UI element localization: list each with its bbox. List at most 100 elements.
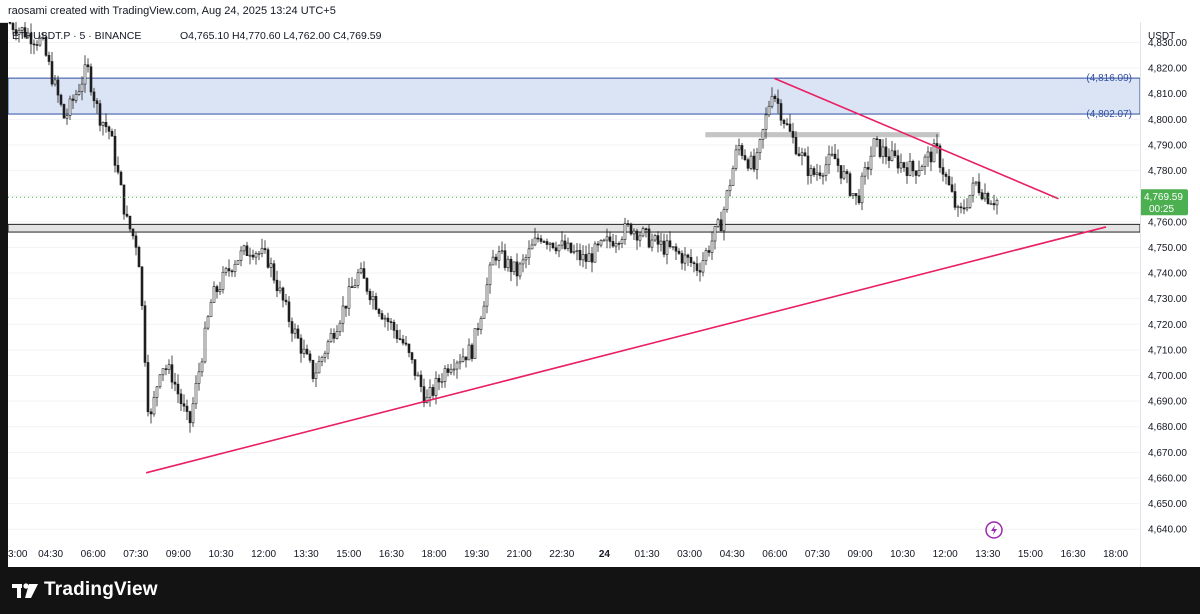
- candle: [194, 383, 198, 405]
- candle: [629, 223, 633, 235]
- candle: [671, 246, 675, 248]
- candle: [179, 393, 183, 405]
- candle: [923, 156, 927, 167]
- symbol-label[interactable]: ETHUSDT.P · 5 · BINANCE: [12, 30, 141, 42]
- candle: [446, 368, 450, 373]
- candle: [173, 381, 177, 385]
- candle: [725, 190, 729, 210]
- price-axis[interactable]: USDT 4,830.00 4,820.00 4,810.00 4,800.00 4,7…: [1138, 22, 1200, 567]
- candle: [203, 327, 207, 363]
- candle: [158, 374, 162, 388]
- candle: [842, 171, 846, 179]
- candle: [596, 243, 600, 246]
- chart-panel[interactable]: (4,816.09) (4,802.07) ETHUSDT.P · 5 · BI…: [7, 16, 1141, 567]
- price-tick-label: 4,730.00: [1148, 294, 1187, 305]
- tradingview-logo[interactable]: TradingView: [12, 579, 158, 601]
- candle: [206, 316, 210, 329]
- candle: [212, 286, 216, 303]
- candle: [320, 356, 324, 362]
- candle: [383, 317, 387, 320]
- candle: [761, 129, 765, 140]
- candle: [50, 61, 54, 85]
- candle: [197, 371, 201, 384]
- candle: [905, 167, 909, 176]
- candle: [689, 257, 693, 264]
- candle: [377, 309, 381, 314]
- candle: [773, 95, 777, 100]
- candle: [389, 321, 393, 323]
- price-axis-svg[interactable]: USDT 4,830.004,820.004,810.004,800.004,7…: [1138, 22, 1200, 567]
- candle: [257, 253, 261, 255]
- candle: [878, 139, 882, 157]
- price-chart[interactable]: (4,816.09) (4,802.07) ETHUSDT.P · 5 · BI…: [7, 16, 1141, 567]
- candle: [473, 328, 477, 359]
- price-tick-label: 4,710.00: [1148, 345, 1187, 356]
- candle: [620, 239, 624, 245]
- candle: [290, 321, 294, 334]
- candle: [686, 254, 690, 258]
- candle: [698, 270, 702, 273]
- candle: [131, 228, 135, 237]
- resistance-zone[interactable]: [7, 77, 1141, 115]
- candle: [59, 94, 63, 105]
- candle: [221, 271, 225, 290]
- candle: [956, 206, 960, 209]
- time-tick-label: 19:30: [464, 549, 489, 560]
- candle: [137, 247, 141, 268]
- candle: [200, 361, 204, 373]
- candle: [608, 236, 612, 242]
- time-tick-label: 09:00: [166, 549, 191, 560]
- candle: [692, 262, 696, 265]
- candle: [113, 135, 117, 166]
- candle: [152, 397, 156, 415]
- candle: [74, 94, 78, 101]
- candle: [329, 333, 333, 343]
- time-axis[interactable]: 3:00 04:30 06:00 07:30 09:00 10:30 12:00 13:30 1…: [8, 549, 1129, 560]
- support-band[interactable]: [7, 223, 1141, 233]
- candle: [770, 95, 774, 107]
- lightning-icon[interactable]: [985, 521, 1003, 539]
- candle: [560, 240, 564, 246]
- candle: [704, 250, 708, 261]
- candle: [167, 364, 171, 370]
- time-tick-label: 07:30: [805, 549, 830, 560]
- candle: [749, 155, 753, 169]
- candle: [155, 386, 159, 398]
- candle: [755, 152, 759, 170]
- time-tick-label: 12:00: [933, 549, 958, 560]
- candle: [734, 149, 738, 169]
- candle: [251, 254, 255, 258]
- candle: [275, 279, 279, 292]
- candle: [293, 328, 297, 334]
- time-tick-label: 12:00: [251, 549, 276, 560]
- candle: [869, 155, 873, 170]
- candle: [779, 103, 783, 121]
- candle: [437, 377, 441, 383]
- candle: [413, 359, 417, 376]
- candle: [776, 98, 780, 104]
- time-tick-label: 21:00: [507, 549, 532, 560]
- candle: [125, 213, 129, 217]
- candle: [398, 338, 402, 340]
- candle: [101, 122, 105, 126]
- candle: [119, 171, 123, 186]
- candle: [344, 305, 348, 309]
- candle: [539, 238, 543, 242]
- time-tick-label: 13:30: [294, 549, 319, 560]
- candle: [485, 284, 489, 307]
- zone-bottom-label: (4,802.07): [1086, 109, 1132, 120]
- time-tick-label: 03:00: [677, 549, 702, 560]
- candle: [395, 330, 399, 339]
- candle: [278, 287, 282, 292]
- tradingview-brand: TradingView: [44, 579, 158, 600]
- time-tick-label: 07:30: [123, 549, 148, 560]
- candle: [752, 155, 756, 170]
- candle: [863, 167, 867, 177]
- candle: [953, 191, 957, 208]
- price-tick-label: 4,740.00: [1148, 269, 1187, 280]
- candle: [272, 263, 276, 281]
- candle: [98, 103, 102, 126]
- candle: [695, 263, 699, 271]
- candle: [77, 91, 81, 95]
- candle: [110, 131, 114, 137]
